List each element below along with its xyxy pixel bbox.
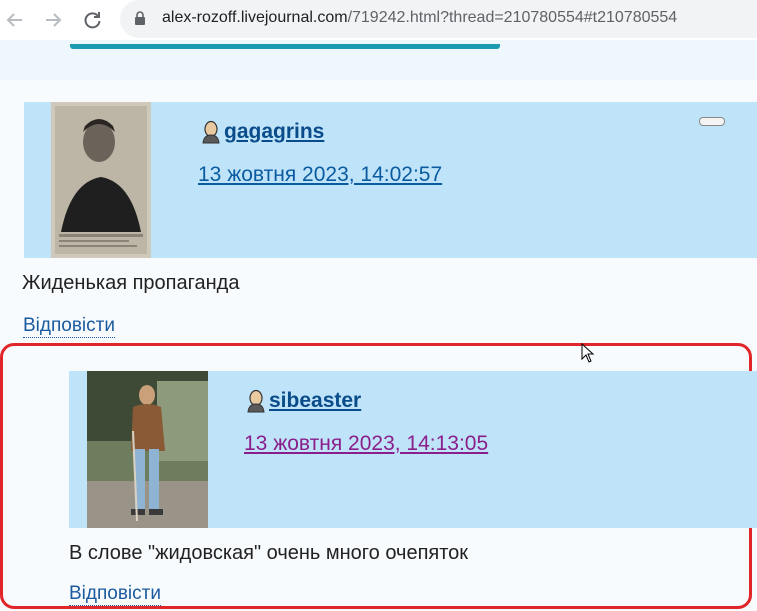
forward-button[interactable] xyxy=(41,8,65,32)
comment-text: В слове "жидовская" очень много очепяток xyxy=(69,542,469,564)
timestamp-link[interactable]: 13 жовтня 2023, 14:02:57 xyxy=(198,163,442,187)
comment-header: sibeaster 13 жовтня 2023, 14:13:05 xyxy=(69,371,757,528)
username-text: sibeaster xyxy=(269,389,362,412)
browser-toolbar: alex-rozoff.livejournal.com/719242.html?… xyxy=(0,0,757,40)
user-icon xyxy=(247,389,265,413)
url-text: alex-rozoff.livejournal.com/719242.html?… xyxy=(162,9,677,27)
page-content: gagagrins 13 жовтня 2023, 14:02:57 Жиден… xyxy=(0,40,757,611)
back-button[interactable] xyxy=(3,8,27,32)
url-host: alex-rozoff.livejournal.com xyxy=(162,9,348,26)
user-icon xyxy=(202,120,220,144)
teal-divider xyxy=(70,44,500,49)
lock-icon xyxy=(135,11,145,25)
mouse-cursor-icon xyxy=(581,343,595,363)
timestamp-link[interactable]: 13 жовтня 2023, 14:13:05 xyxy=(244,432,488,456)
username-link[interactable]: sibeaster xyxy=(245,389,361,413)
reply-link[interactable]: Відповісти xyxy=(69,583,161,606)
avatar[interactable] xyxy=(87,371,208,528)
username-text: gagagrins xyxy=(224,120,325,143)
arrow-left-icon xyxy=(6,13,22,27)
url-path: /719242.html?thread=210780554#t210780554 xyxy=(347,9,678,26)
username-link[interactable]: gagagrins xyxy=(200,120,324,144)
reload-icon xyxy=(84,12,101,29)
reload-button[interactable] xyxy=(80,8,104,32)
collapse-button[interactable] xyxy=(699,117,725,126)
reply-link[interactable]: Відповісти xyxy=(23,315,115,338)
address-bar[interactable]: alex-rozoff.livejournal.com/719242.html?… xyxy=(120,0,757,38)
comment-header: gagagrins 13 жовтня 2023, 14:02:57 xyxy=(24,102,757,258)
avatar[interactable] xyxy=(51,102,151,258)
comment-text: Жиденькая пропаганда xyxy=(22,272,240,294)
previous-comment-area xyxy=(0,40,757,80)
arrow-right-icon xyxy=(46,13,62,27)
